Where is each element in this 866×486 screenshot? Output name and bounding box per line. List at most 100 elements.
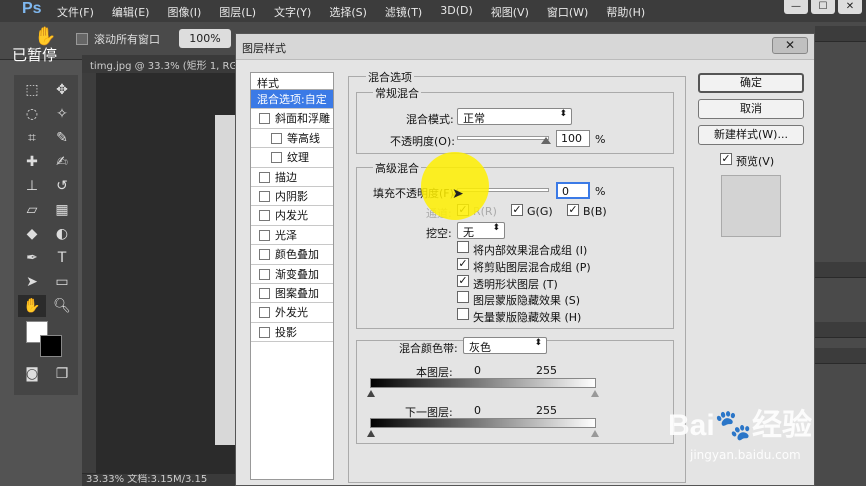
this-layer-black-slider[interactable] bbox=[367, 390, 375, 397]
menu-file[interactable]: 文件(F) bbox=[57, 4, 94, 20]
knockout-select[interactable]: 无 ⬍ bbox=[457, 222, 505, 239]
style-list-header[interactable]: 样式 bbox=[251, 73, 333, 90]
magic-wand-tool-icon[interactable]: ✧ bbox=[48, 103, 76, 125]
style-item-checkbox[interactable] bbox=[259, 171, 270, 183]
advanced-option-checkbox[interactable]: ✓ bbox=[457, 257, 469, 270]
ok-button[interactable]: 确定 bbox=[698, 73, 804, 93]
gradient-tool-icon[interactable]: ▦ bbox=[48, 199, 76, 221]
marquee-tool-icon[interactable]: ⬚ bbox=[18, 79, 46, 101]
style-item-checkbox[interactable] bbox=[259, 113, 270, 125]
menu-edit[interactable]: 编辑(E) bbox=[112, 4, 150, 20]
advanced-option-checkbox[interactable] bbox=[457, 308, 469, 321]
pen-tool-icon[interactable]: ✒ bbox=[18, 247, 46, 269]
eyedropper-tool-icon[interactable]: ✎ bbox=[48, 127, 76, 149]
style-list-item[interactable]: 内发光 bbox=[251, 206, 333, 226]
menu-window[interactable]: 窗口(W) bbox=[547, 4, 588, 20]
underlying-black-slider[interactable] bbox=[367, 430, 375, 437]
style-list-item[interactable]: 外发光 bbox=[251, 303, 333, 323]
style-item-checkbox[interactable] bbox=[259, 326, 270, 338]
panel-header[interactable] bbox=[815, 322, 866, 338]
style-item-checkbox[interactable] bbox=[271, 152, 282, 164]
crop-tool-icon[interactable]: ⌗ bbox=[18, 127, 46, 149]
zoom-tool-icon[interactable]: 🔍︎ bbox=[48, 295, 76, 317]
history-brush-tool-icon[interactable]: ↺ bbox=[48, 175, 76, 197]
style-item-checkbox[interactable] bbox=[259, 249, 270, 261]
blend-mode-select[interactable]: 正常 ⬍ bbox=[457, 108, 572, 125]
style-list-item[interactable]: 渐变叠加 bbox=[251, 265, 333, 284]
type-tool-icon[interactable]: T bbox=[48, 247, 76, 269]
channel-g-checkbox[interactable]: ✓ bbox=[511, 204, 523, 216]
style-item-checkbox[interactable] bbox=[259, 307, 270, 319]
healing-tool-icon[interactable]: ✚ bbox=[18, 151, 46, 173]
style-list-item[interactable]: 内阴影 bbox=[251, 187, 333, 207]
channel-b-checkbox[interactable]: ✓ bbox=[567, 204, 579, 216]
panel-header[interactable] bbox=[815, 348, 866, 364]
dodge-tool-icon[interactable]: ◐ bbox=[48, 223, 76, 245]
style-item-checkbox[interactable] bbox=[259, 268, 270, 280]
style-list-item[interactable]: 光泽 bbox=[251, 226, 333, 246]
hand-tool-icon[interactable]: ✋ bbox=[18, 295, 46, 317]
menu-view[interactable]: 视图(V) bbox=[491, 4, 529, 20]
cancel-button[interactable]: 取消 bbox=[698, 99, 804, 119]
style-list-item[interactable]: 描边 bbox=[251, 168, 333, 187]
this-layer-white-slider[interactable] bbox=[591, 390, 599, 397]
menu-help[interactable]: 帮助(H) bbox=[606, 4, 645, 20]
underlying-white-slider[interactable] bbox=[591, 430, 599, 437]
style-item-checkbox[interactable] bbox=[271, 132, 282, 144]
style-list-item[interactable]: 斜面和浮雕 bbox=[251, 109, 333, 129]
advanced-option-checkbox[interactable] bbox=[457, 241, 469, 253]
minimize-button[interactable]: — bbox=[784, 0, 808, 14]
style-item-checkbox[interactable] bbox=[259, 287, 270, 299]
menu-layer[interactable]: 图层(L) bbox=[219, 4, 256, 20]
style-preview-thumbnail bbox=[721, 175, 781, 237]
style-item-checkbox[interactable] bbox=[259, 229, 270, 241]
menu-filter[interactable]: 滤镜(T) bbox=[385, 4, 422, 20]
quick-mask-icon[interactable]: ◙ bbox=[18, 363, 46, 385]
lasso-tool-icon[interactable]: ◌ bbox=[18, 103, 46, 125]
menu-select[interactable]: 选择(S) bbox=[329, 4, 367, 20]
advanced-option-checkbox[interactable]: ✓ bbox=[457, 274, 469, 287]
menu-type[interactable]: 文字(Y) bbox=[274, 4, 311, 20]
maximize-button[interactable]: ☐ bbox=[811, 0, 835, 14]
preview-checkbox[interactable]: ✓ bbox=[720, 153, 732, 165]
document-tab[interactable]: timg.jpg @ 33.3% (矩形 1, RGB bbox=[82, 55, 242, 73]
panel-header[interactable] bbox=[815, 26, 866, 42]
style-list-item[interactable]: 投影 bbox=[251, 323, 333, 343]
underlying-low-value: 0 bbox=[474, 404, 481, 417]
menu-3d[interactable]: 3D(D) bbox=[440, 4, 473, 20]
opacity-slider[interactable] bbox=[457, 136, 549, 140]
close-window-button[interactable]: ✕ bbox=[838, 0, 862, 14]
fill-opacity-input[interactable]: 0 bbox=[556, 182, 590, 199]
menu-image[interactable]: 图像(I) bbox=[167, 4, 201, 20]
dialog-titlebar[interactable]: 图层样式 ✕ bbox=[236, 34, 814, 60]
style-list: 样式 混合选项:自定 斜面和浮雕 等高线 纹理 描边 内阴影 内发光 光泽 颜色叠加 渐变叠加 图案… bbox=[250, 72, 334, 480]
path-select-tool-icon[interactable]: ➤ bbox=[18, 271, 46, 293]
stamp-tool-icon[interactable]: ⊥ bbox=[18, 175, 46, 197]
new-style-button[interactable]: 新建样式(W)... bbox=[698, 125, 804, 145]
tools-panel: ⬚ ✥ ◌ ✧ ⌗ ✎ ✚ ✍ ⊥ ↺ ▱ ▦ ◆ ◐ ✒ T ➤ ▭ ✋ 🔍︎… bbox=[14, 75, 78, 395]
move-tool-icon[interactable]: ✥ bbox=[48, 79, 76, 101]
opacity-slider-thumb[interactable] bbox=[541, 137, 551, 144]
zoom-100-button[interactable]: 100% bbox=[179, 29, 231, 48]
style-item-checkbox[interactable] bbox=[259, 210, 270, 222]
eraser-tool-icon[interactable]: ▱ bbox=[18, 199, 46, 221]
style-list-item[interactable]: 纹理 bbox=[251, 148, 333, 168]
panel-header[interactable] bbox=[815, 262, 866, 278]
style-list-item[interactable]: 图案叠加 bbox=[251, 284, 333, 304]
opacity-input[interactable]: 100 bbox=[556, 130, 590, 147]
background-color-swatch[interactable] bbox=[40, 335, 62, 357]
scroll-all-windows-checkbox[interactable] bbox=[76, 33, 88, 45]
brush-tool-icon[interactable]: ✍ bbox=[48, 151, 76, 173]
right-panels bbox=[815, 22, 866, 486]
channel-g-label: G(G) bbox=[527, 205, 553, 218]
blur-tool-icon[interactable]: ◆ bbox=[18, 223, 46, 245]
shape-tool-icon[interactable]: ▭ bbox=[48, 271, 76, 293]
advanced-option-checkbox[interactable] bbox=[457, 291, 469, 304]
blend-if-select[interactable]: 灰色 ⬍ bbox=[463, 337, 547, 354]
style-list-item[interactable]: 等高线 bbox=[251, 129, 333, 149]
screen-mode-icon[interactable]: ❐ bbox=[48, 363, 76, 385]
style-list-item[interactable]: 混合选项:自定 bbox=[251, 90, 333, 110]
dialog-close-button[interactable]: ✕ bbox=[772, 37, 808, 54]
style-list-item[interactable]: 颜色叠加 bbox=[251, 245, 333, 265]
style-item-checkbox[interactable] bbox=[259, 190, 270, 202]
